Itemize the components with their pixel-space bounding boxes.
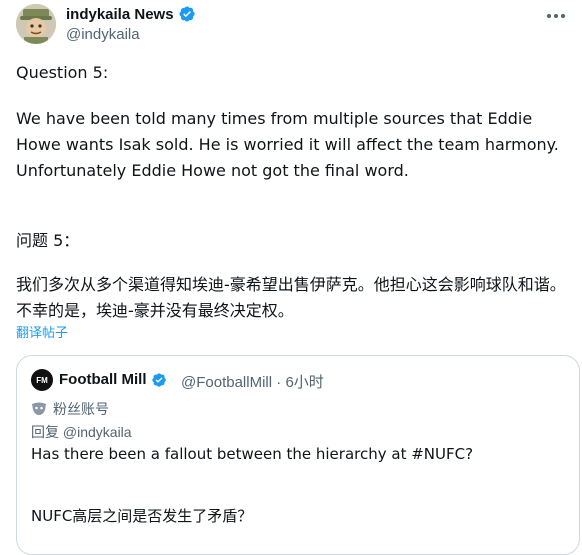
tweet-body-zh: 我们多次从多个渠道得知埃迪-豪希望出售伊萨克。他担心这会影响球队和谐。不幸的是，… (16, 275, 566, 320)
quote-text-zh: NUFC高层之间是否发生了矛盾？ (31, 507, 253, 525)
verified-badge-icon (179, 6, 195, 22)
more-options-icon[interactable] (544, 6, 568, 26)
author-name-row[interactable]: indykaila News (66, 5, 196, 23)
quote-avatar[interactable]: FM (31, 369, 53, 391)
mask-icon (32, 402, 46, 415)
quote-name-row[interactable]: Football Mill (59, 371, 167, 388)
quote-author-handle[interactable]: @FootballMill (181, 374, 272, 391)
meta-separator: · (276, 374, 282, 391)
fan-account-label: 粉丝账号 (31, 399, 109, 419)
quote-verified-badge-icon (151, 372, 166, 387)
tweet-heading-en: Question 5: (16, 63, 109, 82)
quote-meta: @FootballMill · 6小时 (181, 371, 324, 392)
fan-account-text: 粉丝账号 (53, 401, 109, 417)
tweet-heading-zh: 问题 5： (16, 231, 80, 250)
author-name[interactable]: indykaila News (66, 6, 174, 23)
quote-text-en: Has there been a fallout between the hie… (31, 445, 474, 463)
quoted-tweet[interactable]: FM Football Mill @FootballMill · 6小时 粉丝账… (16, 355, 580, 555)
author-avatar[interactable] (16, 4, 56, 44)
tweet-body-en: We have been told many times from multip… (16, 109, 559, 180)
translate-post-link[interactable]: 翻译帖子 (16, 322, 68, 341)
author-handle[interactable]: @indykaila (66, 26, 140, 43)
reply-to-label[interactable]: 回复 @indykaila (31, 422, 132, 442)
avatar-illustration (16, 4, 56, 44)
quote-timestamp[interactable]: 6小时 (285, 374, 323, 391)
quote-author-name[interactable]: Football Mill (59, 371, 147, 388)
